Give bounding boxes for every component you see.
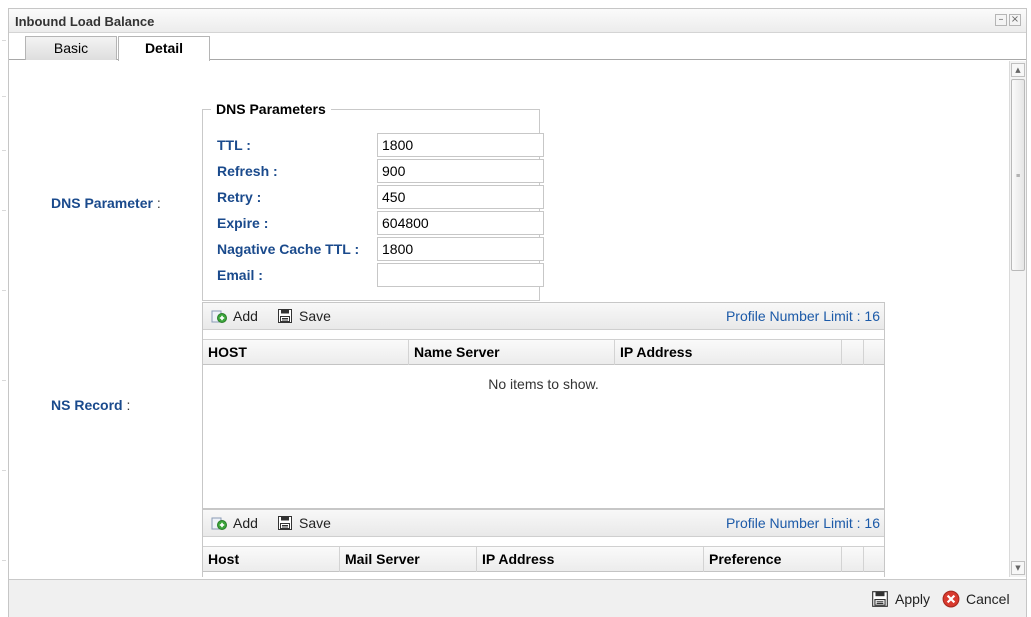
column-host[interactable]: Host [203,547,340,572]
negative-cache-ttl-label: Nagative Cache TTL : [217,241,360,257]
column-host[interactable]: HOST [203,340,409,365]
ns-record-colon: : [122,397,131,413]
tab-detail[interactable]: Detail [118,36,210,61]
column-preference[interactable]: Preference [704,547,842,572]
minimize-icon[interactable]: – [995,14,1007,26]
dns-row-refresh: Refresh : [203,159,544,184]
retry-label: Retry : [217,189,262,205]
ns-add-label: Add [233,308,258,324]
close-icon[interactable]: × [1009,14,1021,26]
column-spacer [842,340,864,365]
dns-parameters-legend: DNS Parameters [211,101,331,117]
vertical-scrollbar[interactable]: ▲ ≡ ▼ [1009,61,1026,577]
tab-basic[interactable]: Basic [25,36,117,60]
footer-bar: Apply Cancel [9,579,1026,617]
mx-record-header: Host Mail Server IP Address Preference [203,546,884,572]
email-label: Email : [217,267,263,283]
mx-record-grid: Add Save Profile Number Limit : 16 Host … [202,509,885,577]
negative-cache-ttl-input[interactable] [377,237,544,261]
mx-save-button[interactable]: Save [277,514,331,533]
retry-input[interactable] [377,185,544,209]
mx-record-toolbar: Add Save Profile Number Limit : 16 [203,510,884,537]
dns-row-ttl: TTL : [203,133,544,158]
dns-row-negative-cache-ttl: Nagative Cache TTL : [203,237,544,262]
column-spacer [842,547,864,572]
save-icon [278,309,292,323]
ns-profile-number-limit: Profile Number Limit : 16 [725,308,880,324]
add-icon [211,310,227,323]
detail-panel: DNS Parameter : DNS Parameters TTL : Ref… [9,61,1009,577]
apply-label: Apply [895,591,931,607]
ns-record-grid: Add Save Profile Number Limit : 16 HOST … [202,302,885,509]
cancel-icon [942,590,960,608]
mx-save-label: Save [299,515,331,531]
column-name-server[interactable]: Name Server [409,340,615,365]
column-ip-address[interactable]: IP Address [477,547,704,572]
mx-add-button[interactable]: Add [211,514,258,533]
ns-record-label-text: NS Record [51,397,123,413]
window-title: Inbound Load Balance [15,14,155,29]
tab-bar: Basic Detail [9,33,1026,61]
dns-row-expire: Expire : [203,211,544,236]
apply-button[interactable]: Apply [871,590,930,608]
mx-profile-number-limit: Profile Number Limit : 16 [725,515,880,531]
refresh-input[interactable] [377,159,544,183]
save-icon [278,516,292,530]
refresh-label: Refresh : [217,163,278,179]
save-icon [872,591,888,607]
email-input[interactable] [377,263,544,287]
scroll-up-icon[interactable]: ▲ [1011,63,1025,77]
scroll-down-icon[interactable]: ▼ [1011,561,1025,575]
title-bar: Inbound Load Balance – × [9,9,1026,33]
inbound-load-balance-window: Inbound Load Balance – × Basic Detail DN… [8,8,1027,617]
ns-record-header: HOST Name Server IP Address [203,339,884,365]
dns-parameter-label-text: DNS Parameter [51,195,153,211]
left-edge [0,0,8,617]
dns-parameter-label: DNS Parameter : [51,195,161,211]
dns-parameters-fieldset: DNS Parameters TTL : Refresh : Retry : E… [202,101,544,301]
scrollbar-thumb[interactable]: ≡ [1011,79,1025,271]
grip-icon: ≡ [1016,173,1021,180]
dns-parameter-colon: : [152,195,161,211]
ttl-input[interactable] [377,133,544,157]
dns-row-retry: Retry : [203,185,544,210]
cancel-button[interactable]: Cancel [942,590,1010,608]
cancel-label: Cancel [966,591,1010,607]
ns-add-button[interactable]: Add [211,307,258,326]
add-icon [211,517,227,530]
expire-input[interactable] [377,211,544,235]
expire-label: Expire : [217,215,269,231]
ns-save-button[interactable]: Save [277,307,331,326]
mx-add-label: Add [233,515,258,531]
column-mail-server[interactable]: Mail Server [340,547,477,572]
ttl-label: TTL : [217,137,251,153]
column-ip-address[interactable]: IP Address [615,340,842,365]
dns-row-email: Email : [203,263,544,288]
ns-record-toolbar: Add Save Profile Number Limit : 16 [203,303,884,330]
ns-save-label: Save [299,308,331,324]
ns-record-label: NS Record : [51,397,130,413]
ns-empty-message: No items to show. [488,376,599,392]
